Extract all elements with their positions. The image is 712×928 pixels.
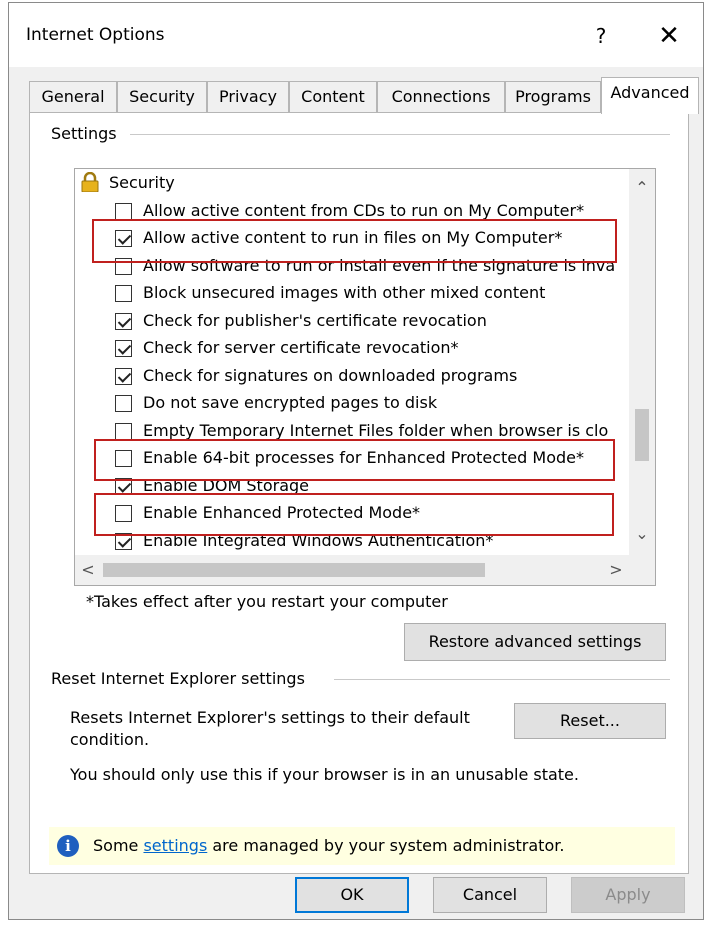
setting-checkbox[interactable] [115, 367, 132, 385]
settings-group-label: Settings [45, 124, 123, 143]
reset-description: Resets Internet Explorer's settings to t… [70, 708, 470, 749]
setting-checkbox[interactable] [115, 312, 132, 330]
setting-label: Block unsecured images with other mixed … [143, 283, 546, 302]
internet-options-dialog: Internet Options ? ✕ General Security Pr… [8, 2, 704, 920]
horizontal-scroll-thumb[interactable] [103, 563, 485, 577]
tab-content[interactable]: Content [289, 81, 377, 112]
settings-group-rule [130, 134, 670, 135]
scroll-up-arrow-icon[interactable]: ⌃ [629, 175, 655, 201]
admin-info-bar: i Some settings are managed by your syst… [49, 827, 675, 865]
setting-checkbox[interactable] [115, 395, 132, 412]
setting-checkbox[interactable] [115, 422, 132, 440]
highlight-box-active-content [92, 219, 617, 263]
reset-button[interactable]: Reset... [514, 703, 666, 739]
tab-programs[interactable]: Programs [505, 81, 601, 112]
scroll-down-arrow-icon[interactable]: ⌄ [629, 521, 655, 547]
tab-strip: General Security Privacy Content Connect… [29, 77, 699, 114]
horizontal-scrollbar[interactable]: < > [75, 555, 631, 585]
setting-row[interactable]: Check for publisher's certificate revoca… [115, 308, 631, 334]
scroll-right-arrow-icon[interactable]: > [603, 557, 629, 583]
cancel-button[interactable]: Cancel [433, 877, 547, 913]
tab-security[interactable]: Security [117, 81, 207, 112]
setting-row[interactable]: Check for signatures on downloaded progr… [115, 363, 631, 389]
settings-link[interactable]: settings [143, 836, 207, 855]
scroll-left-arrow-icon[interactable]: < [75, 557, 101, 583]
unusable-state-warning: You should only use this if your browser… [70, 765, 579, 784]
help-button[interactable]: ? [581, 19, 621, 53]
info-bar-text: Some settings are managed by your system… [93, 836, 564, 855]
close-button[interactable]: ✕ [649, 19, 689, 53]
lock-icon [81, 172, 99, 192]
vertical-scrollbar[interactable]: ⌃ ⌄ [629, 169, 655, 555]
setting-row[interactable]: Block unsecured images with other mixed … [115, 280, 631, 306]
setting-checkbox[interactable] [115, 285, 132, 302]
setting-label: Check for publisher's certificate revoca… [143, 310, 487, 330]
setting-checkbox[interactable] [115, 340, 132, 357]
setting-label: Check for server certificate revocation* [143, 338, 459, 357]
highlight-box-64bit [94, 439, 615, 481]
scrollbar-corner [629, 555, 655, 585]
reset-group-label: Reset Internet Explorer settings [45, 669, 311, 688]
tab-connections[interactable]: Connections [377, 81, 505, 112]
info-bar-suffix: are managed by your system administrator… [207, 836, 565, 855]
category-security: Security [75, 170, 631, 196]
restore-advanced-settings-button[interactable]: Restore advanced settings [404, 623, 666, 661]
tab-privacy[interactable]: Privacy [207, 81, 289, 112]
setting-row[interactable]: Check for server certificate revocation* [115, 335, 631, 361]
reset-group-rule [334, 679, 670, 680]
tab-general[interactable]: General [29, 81, 117, 112]
restart-footnote: *Takes effect after you restart your com… [86, 592, 448, 611]
advanced-tab-panel: Settings Security Allow active content f… [29, 112, 689, 874]
apply-button[interactable]: Apply [571, 877, 685, 913]
setting-label: Do not save encrypted pages to disk [143, 393, 438, 412]
highlight-box-epm [94, 493, 614, 536]
category-security-label: Security [109, 173, 175, 192]
ok-button[interactable]: OK [295, 877, 409, 913]
vertical-scroll-thumb[interactable] [635, 409, 649, 461]
setting-label: Check for signatures on downloaded progr… [143, 365, 518, 385]
info-icon: i [57, 835, 79, 857]
setting-row[interactable]: Do not save encrypted pages to disk [115, 390, 631, 416]
setting-checkbox[interactable] [115, 202, 132, 220]
tab-advanced[interactable]: Advanced [601, 77, 699, 114]
window-title: Internet Options [26, 25, 165, 45]
info-bar-prefix: Some [93, 836, 144, 855]
title-bar: Internet Options ? ✕ [9, 3, 703, 67]
